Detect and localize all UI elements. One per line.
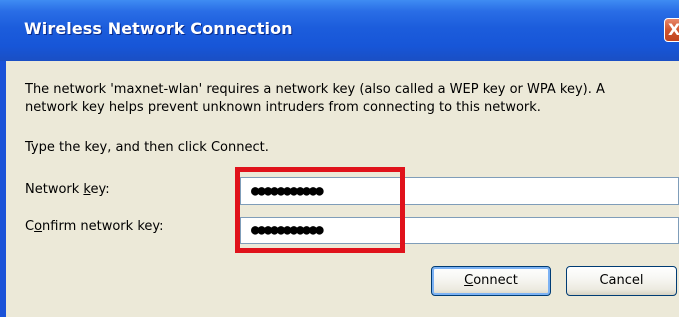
network-key-label-pre: Network (25, 182, 84, 197)
network-key-label-post: ey: (90, 182, 110, 197)
confirm-key-label: Confirm network key: (25, 219, 164, 234)
cancel-button[interactable]: Cancel (566, 266, 677, 296)
message-line-1: The network 'maxnet-wlan' requires a net… (25, 82, 605, 97)
confirm-key-field[interactable]: ●●●●●●●●●●● (240, 217, 679, 244)
confirm-key-label-mnemonic: o (34, 219, 43, 234)
network-key-label-mnemonic: k (83, 182, 91, 197)
confirm-key-label-post: nfirm network key: (42, 219, 164, 234)
dialog-window: Wireless Network Connection X The networ… (0, 0, 679, 322)
network-key-field[interactable]: ●●●●●●●●●●● (240, 177, 679, 205)
confirm-key-label-pre: C (25, 219, 35, 234)
instruction-text: Type the key, and then click Connect. (25, 140, 269, 155)
message-line-2: network key helps prevent unknown intrud… (25, 100, 541, 115)
close-icon: X (668, 20, 679, 39)
title-bar[interactable]: Wireless Network Connection X (0, 0, 679, 61)
close-button[interactable]: X (664, 18, 679, 42)
connect-button[interactable]: Connect (431, 266, 551, 296)
network-key-label: Network key: (25, 182, 110, 197)
window-title: Wireless Network Connection (24, 19, 293, 38)
connect-button-label: onnect (473, 273, 518, 288)
bottom-edge (0, 317, 679, 322)
connect-button-mnemonic: C (464, 273, 474, 288)
